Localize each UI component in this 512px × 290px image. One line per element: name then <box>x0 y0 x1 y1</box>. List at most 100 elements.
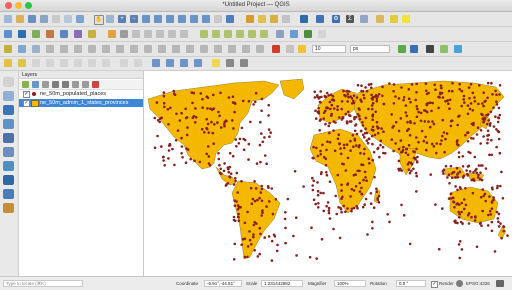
add-regular-polygon-icon[interactable] <box>180 59 188 67</box>
digitizing-options-icon[interactable] <box>4 45 12 53</box>
new-layer-icon[interactable] <box>18 30 26 38</box>
snapping-icon[interactable] <box>18 45 26 53</box>
render-checkbox[interactable]: ✓ <box>431 281 438 288</box>
rotation-field[interactable]: 0.0 ° <box>396 280 426 287</box>
add-part-icon[interactable] <box>88 45 96 53</box>
merge-features-icon[interactable] <box>200 45 208 53</box>
pan-to-selection-icon[interactable] <box>106 15 114 23</box>
open-attribute-table-icon[interactable] <box>300 15 308 23</box>
plugin-icon-b[interactable] <box>410 45 418 53</box>
select-location-icon[interactable] <box>60 59 68 67</box>
font-style-icon[interactable] <box>286 45 294 53</box>
zoom-out-icon[interactable]: − <box>130 15 138 23</box>
zoom-last-icon[interactable] <box>190 15 198 23</box>
add-group-icon[interactable] <box>32 81 39 88</box>
annotations-icon[interactable] <box>390 15 398 23</box>
toolbox-icon[interactable]: ⚙ <box>332 15 340 23</box>
add-wcs-side-icon[interactable] <box>3 175 14 185</box>
expand-all-icon[interactable] <box>72 81 79 88</box>
toggle-editing-icon[interactable] <box>108 30 116 38</box>
refresh-icon[interactable] <box>226 15 234 23</box>
add-virtual-layer-side-icon[interactable] <box>3 203 14 213</box>
pan-map-icon[interactable]: ✋ <box>94 15 104 25</box>
layer-row-states-provinces[interactable]: ✓ ne_50m_admin_1_states_provinces <box>19 99 143 107</box>
font-size-field[interactable]: 10 <box>312 45 346 53</box>
new-map-view-icon[interactable] <box>214 15 222 23</box>
statistical-summary-icon[interactable]: Σ <box>346 15 354 23</box>
filter-legend-icon[interactable] <box>52 81 59 88</box>
copy-features-icon[interactable] <box>168 30 176 38</box>
deselect-all-icon[interactable] <box>282 15 290 23</box>
add-ellipse-icon[interactable] <box>194 59 202 67</box>
field-calculator-icon[interactable] <box>316 15 324 23</box>
python-console-icon[interactable] <box>290 30 298 38</box>
delete-selected-icon[interactable] <box>144 30 152 38</box>
add-delimited-text-icon[interactable] <box>88 30 96 38</box>
scale-field[interactable]: 1:231442882 <box>261 280 303 287</box>
add-circle-icon[interactable] <box>152 59 160 67</box>
add-mssql-side-icon[interactable] <box>3 133 14 143</box>
add-postgis-side-icon[interactable] <box>3 105 14 115</box>
plugin-manager-icon[interactable] <box>304 30 312 38</box>
select-area-icon[interactable] <box>4 59 12 67</box>
map-canvas[interactable] <box>144 71 512 276</box>
measure-line-icon[interactable] <box>226 59 234 67</box>
vertex-editor-icon[interactable] <box>120 59 128 67</box>
zoom-native-icon[interactable] <box>142 15 150 23</box>
save-as-icon[interactable] <box>40 15 48 23</box>
add-wms-side-icon[interactable] <box>3 161 14 171</box>
highlight-icon[interactable] <box>212 59 220 67</box>
measure-icon[interactable] <box>360 15 368 23</box>
filter-icon[interactable] <box>102 59 110 67</box>
font-unit-select[interactable]: px <box>350 45 390 53</box>
plugin-icon-e[interactable] <box>454 45 462 53</box>
manage-map-themes-icon[interactable] <box>42 81 49 88</box>
pin-labels-icon[interactable] <box>212 30 220 38</box>
show-labels-icon[interactable] <box>224 30 232 38</box>
add-rectangle-icon[interactable] <box>166 59 174 67</box>
zoom-to-layer-icon[interactable] <box>178 15 186 23</box>
zoom-in-icon[interactable]: + <box>118 15 126 23</box>
delete-ring-icon[interactable] <box>116 45 124 53</box>
color-swatch-icon[interactable] <box>298 45 306 53</box>
style-manager-icon[interactable] <box>76 15 84 23</box>
plugin-icon-a[interactable] <box>398 45 406 53</box>
merge-attributes-icon[interactable] <box>214 45 222 53</box>
print-layout-icon[interactable] <box>52 15 60 23</box>
identify-features-icon[interactable] <box>246 15 254 23</box>
save-project-icon[interactable] <box>28 15 36 23</box>
layer-visibility-checkbox[interactable]: ✓ <box>23 91 30 98</box>
reshape-feature-icon[interactable] <box>144 45 152 53</box>
simplify-feature-icon[interactable] <box>60 45 68 53</box>
shape-digitize-icon[interactable] <box>134 59 142 67</box>
layer-row-populated-places[interactable]: ✓ ne_50m_populated_places <box>19 90 143 98</box>
collapse-all-icon[interactable] <box>82 81 89 88</box>
cut-features-icon[interactable] <box>156 30 164 38</box>
zoom-full-icon[interactable] <box>154 15 162 23</box>
locator-search-input[interactable]: Type to locate (⌘K) <box>3 280 83 287</box>
add-raster-side-icon[interactable] <box>3 91 14 101</box>
rotate-symbols-icon[interactable] <box>228 45 236 53</box>
advanced-digitizing-icon[interactable] <box>32 45 40 53</box>
georeferencer-icon[interactable] <box>276 30 284 38</box>
layer-visibility-checkbox[interactable]: ✓ <box>23 100 30 107</box>
open-layer-styling-icon[interactable] <box>22 81 29 88</box>
add-spatialite-side-icon[interactable] <box>3 119 14 129</box>
paste-features-icon[interactable] <box>180 30 188 38</box>
add-database-layer-icon[interactable] <box>60 30 68 38</box>
delete-part-icon[interactable] <box>130 45 138 53</box>
remove-layer-icon[interactable] <box>92 81 99 88</box>
select-polygon-icon[interactable] <box>18 59 26 67</box>
rotate-label-icon[interactable] <box>248 30 256 38</box>
new-project-icon[interactable] <box>4 15 12 23</box>
fill-ring-icon[interactable] <box>102 45 110 53</box>
messages-icon[interactable] <box>496 280 504 287</box>
offset-curve-icon[interactable] <box>158 45 166 53</box>
add-wfs-side-icon[interactable] <box>3 189 14 199</box>
add-oracle-side-icon[interactable] <box>3 147 14 157</box>
add-mesh-layer-icon[interactable] <box>74 30 82 38</box>
move-label-icon[interactable] <box>236 30 244 38</box>
filter-by-expression-icon[interactable] <box>62 81 69 88</box>
data-source-manager-icon[interactable] <box>4 30 12 38</box>
zoom-to-selection-icon[interactable] <box>166 15 174 23</box>
